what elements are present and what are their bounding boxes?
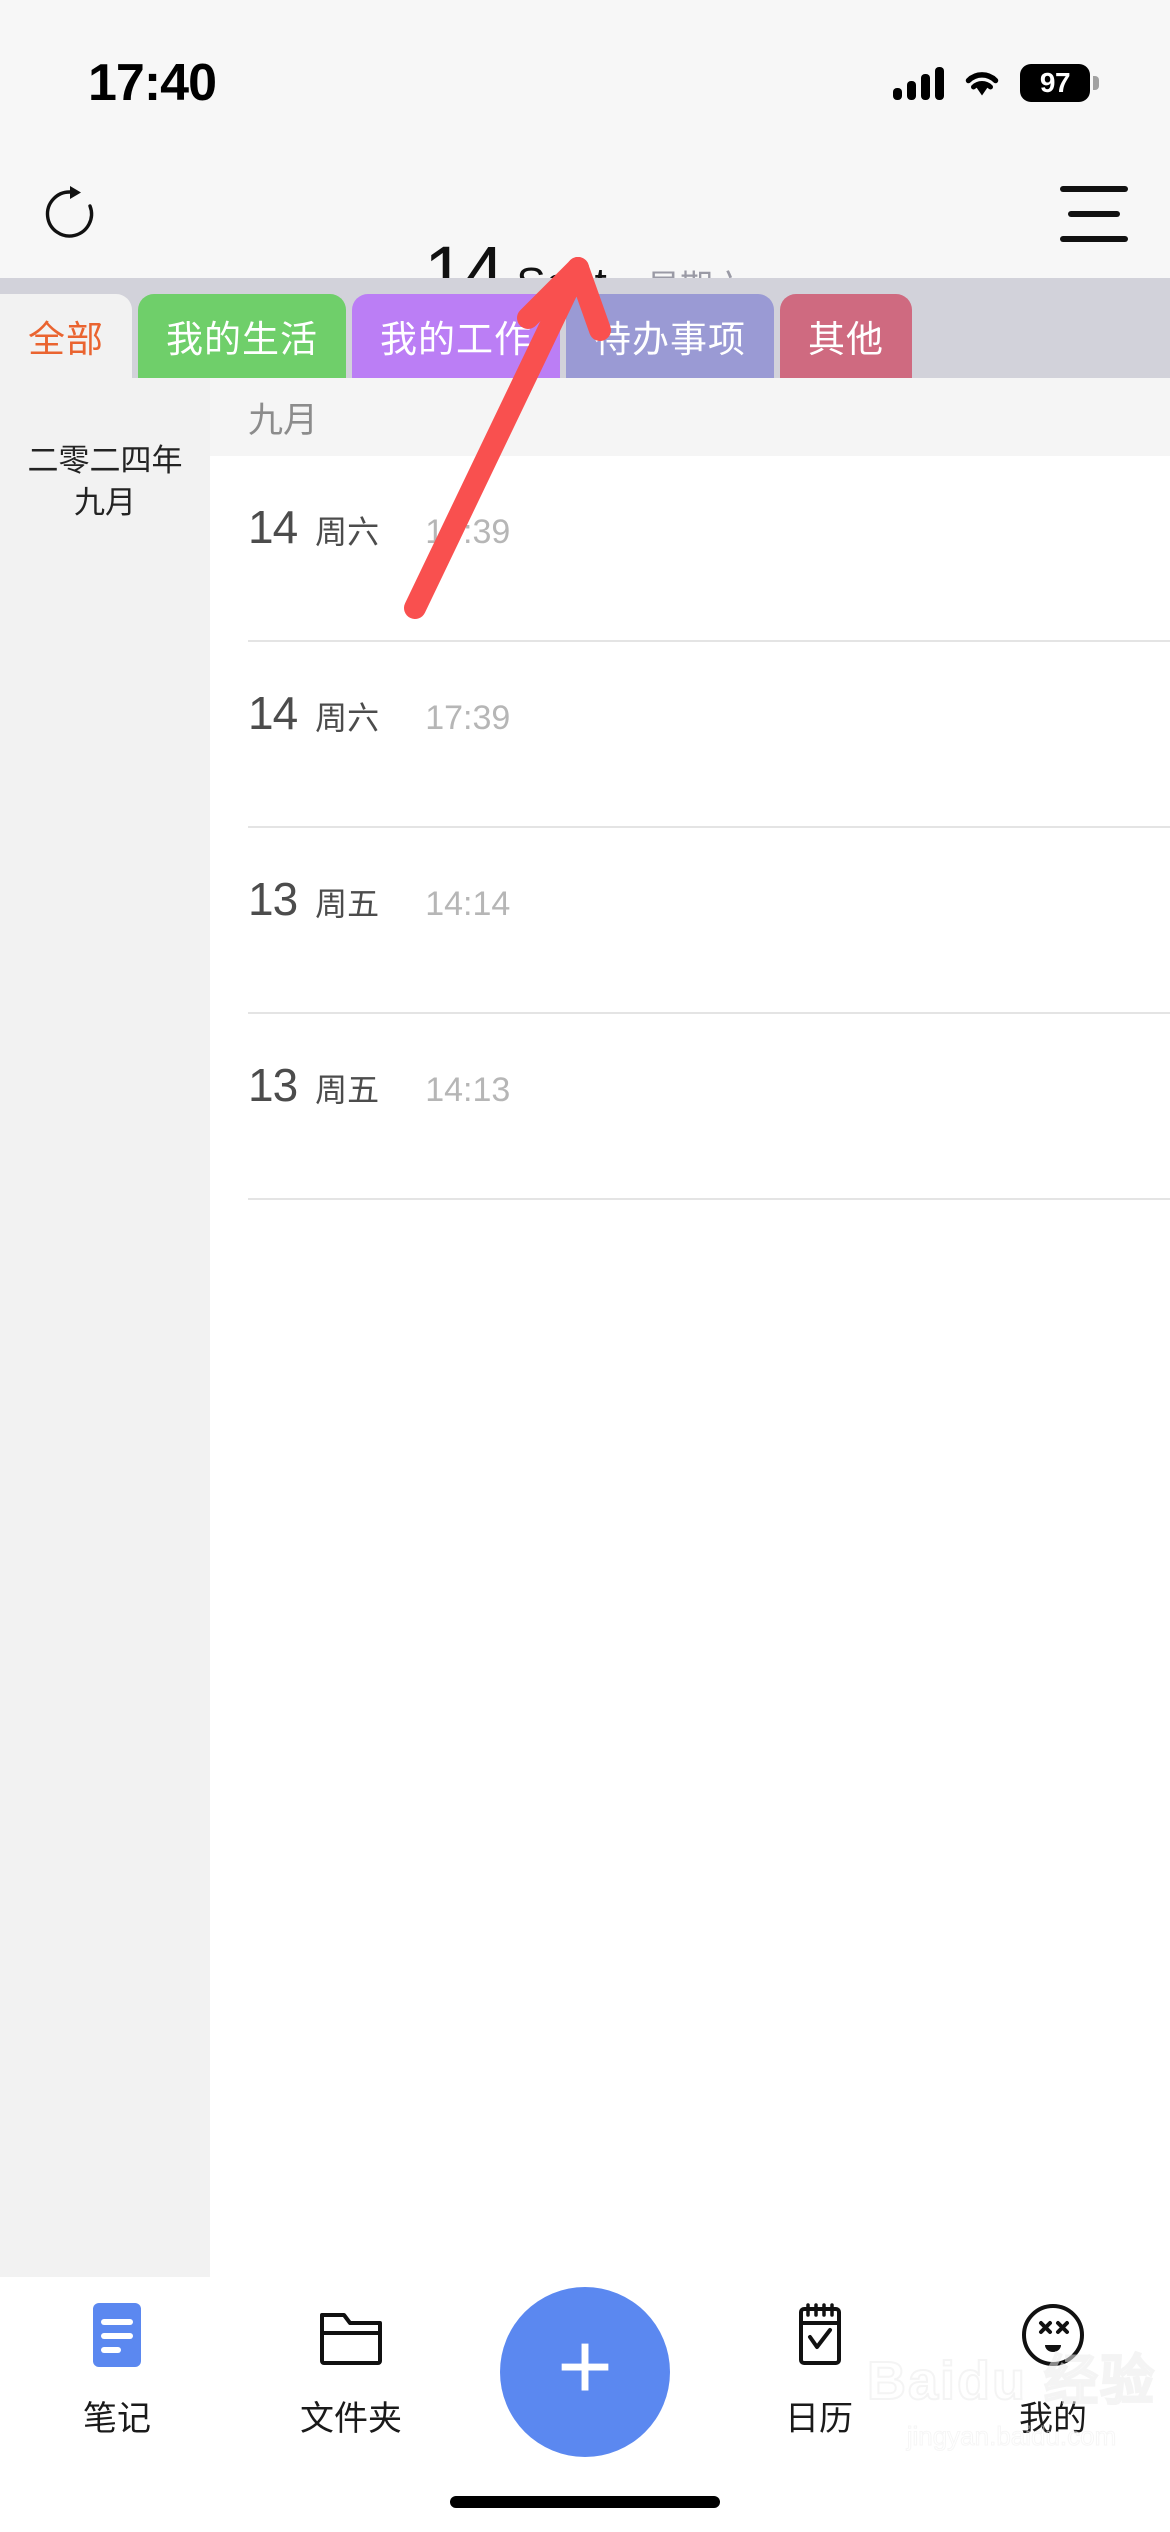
note-row[interactable]: 13 周五 14:13	[210, 1014, 1170, 1200]
home-indicator	[450, 2496, 720, 2508]
battery-level: 97	[1039, 67, 1071, 98]
note-row[interactable]: 14 周六 17:39	[210, 642, 1170, 828]
nav-item-folder[interactable]: 文件夹	[256, 2299, 446, 2440]
category-tab-label: 待办事项	[594, 319, 746, 360]
status-indicators: 97	[893, 64, 1099, 102]
nav-label-folder: 文件夹	[300, 2400, 402, 2438]
note-weekday: 周六	[315, 514, 380, 550]
sidebar-month: 九月	[74, 484, 136, 520]
note-time: 14:14	[425, 885, 511, 923]
sidebar-year: 二零二四年	[27, 443, 183, 478]
watermark-main: Baidu 经验	[866, 2350, 1156, 2412]
category-tab-2[interactable]: 我的工作	[352, 294, 560, 378]
note-time: 14:13	[425, 1071, 511, 1109]
category-tab-4[interactable]: 其他	[780, 294, 912, 378]
nav-label-calendar: 日历	[785, 2400, 853, 2438]
watermark: Baidu 经验 jingyan.baidu.com	[866, 2336, 1156, 2452]
app-header: 14 Sept 星期六	[0, 150, 1170, 310]
category-tab-label: 我的生活	[166, 319, 318, 360]
plus-icon: +	[556, 2313, 614, 2420]
note-list-panel: 九月 14 周六 17:39 14 周六 17:39 13 周五 14:14 13 周五 14:13	[210, 378, 1170, 2277]
calendar-icon	[789, 2299, 849, 2371]
note-time: 17:39	[425, 699, 511, 737]
note-time: 17:39	[425, 513, 511, 551]
content-body: 二零二四年 九月 九月 14 周六 17:39 14 周六 17:39 13 周五 14:14 1…	[0, 378, 1170, 2277]
note-weekday: 周五	[315, 1072, 380, 1108]
watermark-sub: jingyan.baidu.com	[906, 2421, 1117, 2452]
hamburger-menu-icon[interactable]	[1060, 186, 1128, 242]
nav-item-notes[interactable]: 笔记	[22, 2299, 212, 2440]
category-tab-0[interactable]: 全部	[0, 294, 132, 378]
cellular-signal-icon	[893, 66, 944, 100]
note-day: 13	[248, 873, 298, 925]
note-row[interactable]: 13 周五 14:14	[210, 828, 1170, 1014]
note-list: 14 周六 17:39 14 周六 17:39 13 周五 14:14 13 周五 14:13	[210, 456, 1170, 1200]
category-tab-1[interactable]: 我的生活	[138, 294, 346, 378]
nav-label-notes: 笔记	[83, 2400, 151, 2438]
note-weekday: 周六	[315, 700, 380, 736]
note-divider	[248, 1198, 1170, 1200]
note-row[interactable]: 14 周六 17:39	[210, 456, 1170, 642]
category-tabs: 全部 我的生活 我的工作 待办事项 其他	[0, 278, 1170, 378]
folder-icon	[316, 2299, 386, 2371]
note-day: 13	[248, 1059, 298, 1111]
note-meta: 13 周五 14:14	[248, 828, 1170, 926]
note-icon	[87, 2299, 147, 2371]
category-tab-label: 我的工作	[380, 319, 532, 360]
status-bar: 17:40 97	[0, 0, 1170, 150]
note-meta: 14 周六 17:39	[248, 456, 1170, 554]
note-day: 14	[248, 501, 298, 553]
note-meta: 14 周六 17:39	[248, 642, 1170, 740]
month-sidebar[interactable]: 二零二四年 九月	[0, 378, 210, 2277]
note-meta: 13 周五 14:13	[248, 1014, 1170, 1112]
note-day: 14	[248, 687, 298, 739]
header-date: 14 Sept 星期六	[0, 150, 1170, 310]
month-section-header: 九月	[210, 378, 1170, 456]
status-time: 17:40	[88, 54, 217, 112]
sidebar-date-label: 二零二四年 九月	[0, 440, 210, 524]
phone-screen: 17:40 97 14 Sept 星期六	[0, 0, 1170, 2532]
note-weekday: 周五	[315, 886, 380, 922]
category-tab-label: 其他	[808, 319, 884, 360]
battery-icon: 97	[1020, 64, 1099, 102]
wifi-icon	[965, 72, 999, 96]
add-note-fab[interactable]: +	[500, 2287, 670, 2457]
category-tab-3[interactable]: 待办事项	[566, 294, 774, 378]
category-tab-label: 全部	[28, 319, 104, 360]
